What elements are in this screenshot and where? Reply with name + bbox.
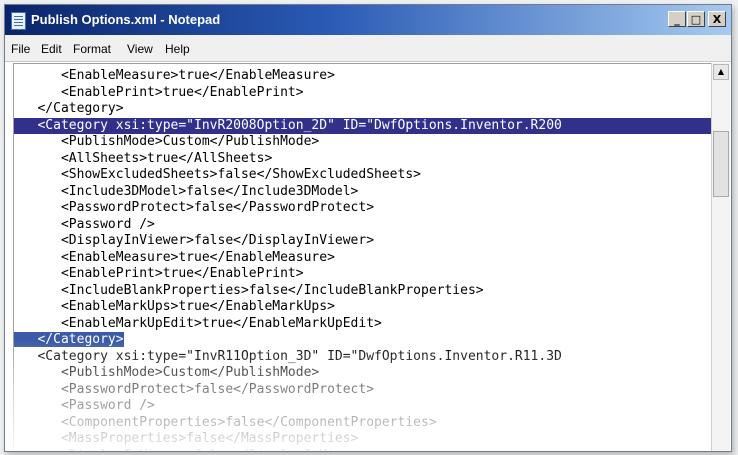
text-line-content: <AllSheets>true</AllSheets> [14, 150, 273, 166]
maximize-button[interactable]: □ [687, 11, 705, 27]
text-line-content: <Category xsi:type="InvR11Option_3D" ID=… [14, 348, 562, 364]
text-line-content: <PublishMode>Custom</PublishMode> [14, 134, 320, 149]
title-bar[interactable]: Publish Options.xml - Notepad _ □ X [5, 5, 731, 35]
text-line: <Category xsi:type="InvR11Option_3D" ID=… [14, 348, 562, 365]
text-line-content: <EnableMarkUps>true</EnableMarkUps> [14, 299, 335, 314]
text-line: <ComponentProperties>false</ComponentPro… [14, 415, 437, 431]
text-line-content: <DisplayInViewer>false</DisplayInViewer> [14, 448, 374, 452]
text-line: </Category> [14, 332, 124, 348]
text-line: <ShowExcludedSheets>false</ShowExcludedS… [14, 167, 421, 183]
text-line: <PublishMode>Custom</PublishMode> [14, 365, 319, 381]
text-line: <IncludeBlankProperties>false</IncludeBl… [14, 283, 484, 299]
text-line-content: <Password /> [14, 398, 155, 413]
text-line: <PasswordProtect>false</PasswordProtect> [14, 200, 374, 216]
text-line: <AllSheets>true</AllSheets> [14, 151, 272, 167]
menu-help[interactable]: Help [165, 42, 190, 56]
text-line-content: <ShowExcludedSheets>false</ShowExcludedS… [14, 167, 421, 182]
text-line-content: <EnablePrint>true</EnablePrint> [14, 84, 304, 100]
text-line-content: <Category xsi:type="InvR2008Option_2D" I… [14, 117, 562, 133]
text-line-content: <Include3DModel>false</Include3DModel> [14, 183, 359, 199]
vertical-scrollbar[interactable]: ▲ [711, 63, 730, 451]
text-line-content: <Password /> [14, 216, 155, 232]
text-line: <Password /> [14, 217, 155, 233]
text-line: <PublishMode>Custom</PublishMode> [14, 134, 319, 150]
text-line: <Category xsi:type="InvR2008Option_2D" I… [14, 117, 712, 134]
text-line-content: <EnableMeasure>true</EnableMeasure> [14, 249, 335, 265]
text-line-content: <EnableMeasure>true</EnableMeasure> [14, 68, 335, 83]
text-line-content: </Category> [14, 101, 124, 116]
window-title: Publish Options.xml - Notepad [31, 12, 221, 27]
text-line: <Password /> [14, 398, 155, 414]
close-button[interactable]: X [708, 11, 726, 27]
text-line-content: <EnableMarkUpEdit>true</EnableMarkUpEdit… [14, 315, 382, 331]
minimize-button[interactable]: _ [668, 11, 686, 27]
text-line: </Category> [14, 101, 124, 117]
text-line-content: </Category> [14, 332, 124, 347]
text-editor[interactable]: <EnableMeasure>true</EnableMeasure> <Ena… [13, 63, 712, 452]
text-line: <EnablePrint>true</EnablePrint> [14, 85, 304, 101]
notepad-window: Publish Options.xml - Notepad _ □ X File… [4, 4, 732, 452]
text-line-content: <PublishMode>Custom</PublishMode> [14, 365, 320, 380]
text-line-content: <PasswordProtect>false</PasswordProtect> [14, 200, 375, 215]
menu-edit[interactable]: Edit [41, 42, 62, 56]
text-line-content: <EnablePrint>true</EnablePrint> [14, 266, 304, 281]
text-line: <EnableMeasure>true</EnableMeasure> [14, 250, 335, 266]
menu-view[interactable]: View [127, 42, 153, 56]
text-line: <EnableMeasure>true</EnableMeasure> [14, 68, 335, 84]
menu-file[interactable]: File [11, 42, 30, 56]
text-line: <EnableMarkUps>true</EnableMarkUps> [14, 299, 335, 315]
scroll-thumb[interactable] [713, 131, 729, 197]
text-line: <EnablePrint>true</EnablePrint> [14, 266, 304, 282]
text-line: <EnableMarkUpEdit>true</EnableMarkUpEdit… [14, 316, 382, 332]
text-line-content: <ComponentProperties>false</ComponentPro… [14, 414, 437, 430]
text-line: <MassProperties>false</MassProperties> [14, 431, 358, 447]
text-line: <PasswordProtect>false</PasswordProtect> [14, 382, 374, 398]
text-line: <DisplayInViewer>false</DisplayInViewer> [14, 448, 374, 452]
text-line-content: <PasswordProtect>false</PasswordProtect> [14, 381, 375, 397]
text-line: <Include3DModel>false</Include3DModel> [14, 184, 358, 200]
text-line-content: <MassProperties>false</MassProperties> [14, 431, 359, 446]
notepad-icon [11, 12, 26, 30]
text-line: <DisplayInViewer>false</DisplayInViewer> [14, 233, 374, 249]
scroll-up-arrow-icon[interactable]: ▲ [713, 64, 729, 80]
text-line-content: <IncludeBlankProperties>false</IncludeBl… [14, 282, 484, 298]
text-line-content: <DisplayInViewer>false</DisplayInViewer> [14, 233, 375, 248]
menu-bar: File Edit Format View Help [5, 35, 731, 62]
menu-format[interactable]: Format [73, 42, 111, 56]
